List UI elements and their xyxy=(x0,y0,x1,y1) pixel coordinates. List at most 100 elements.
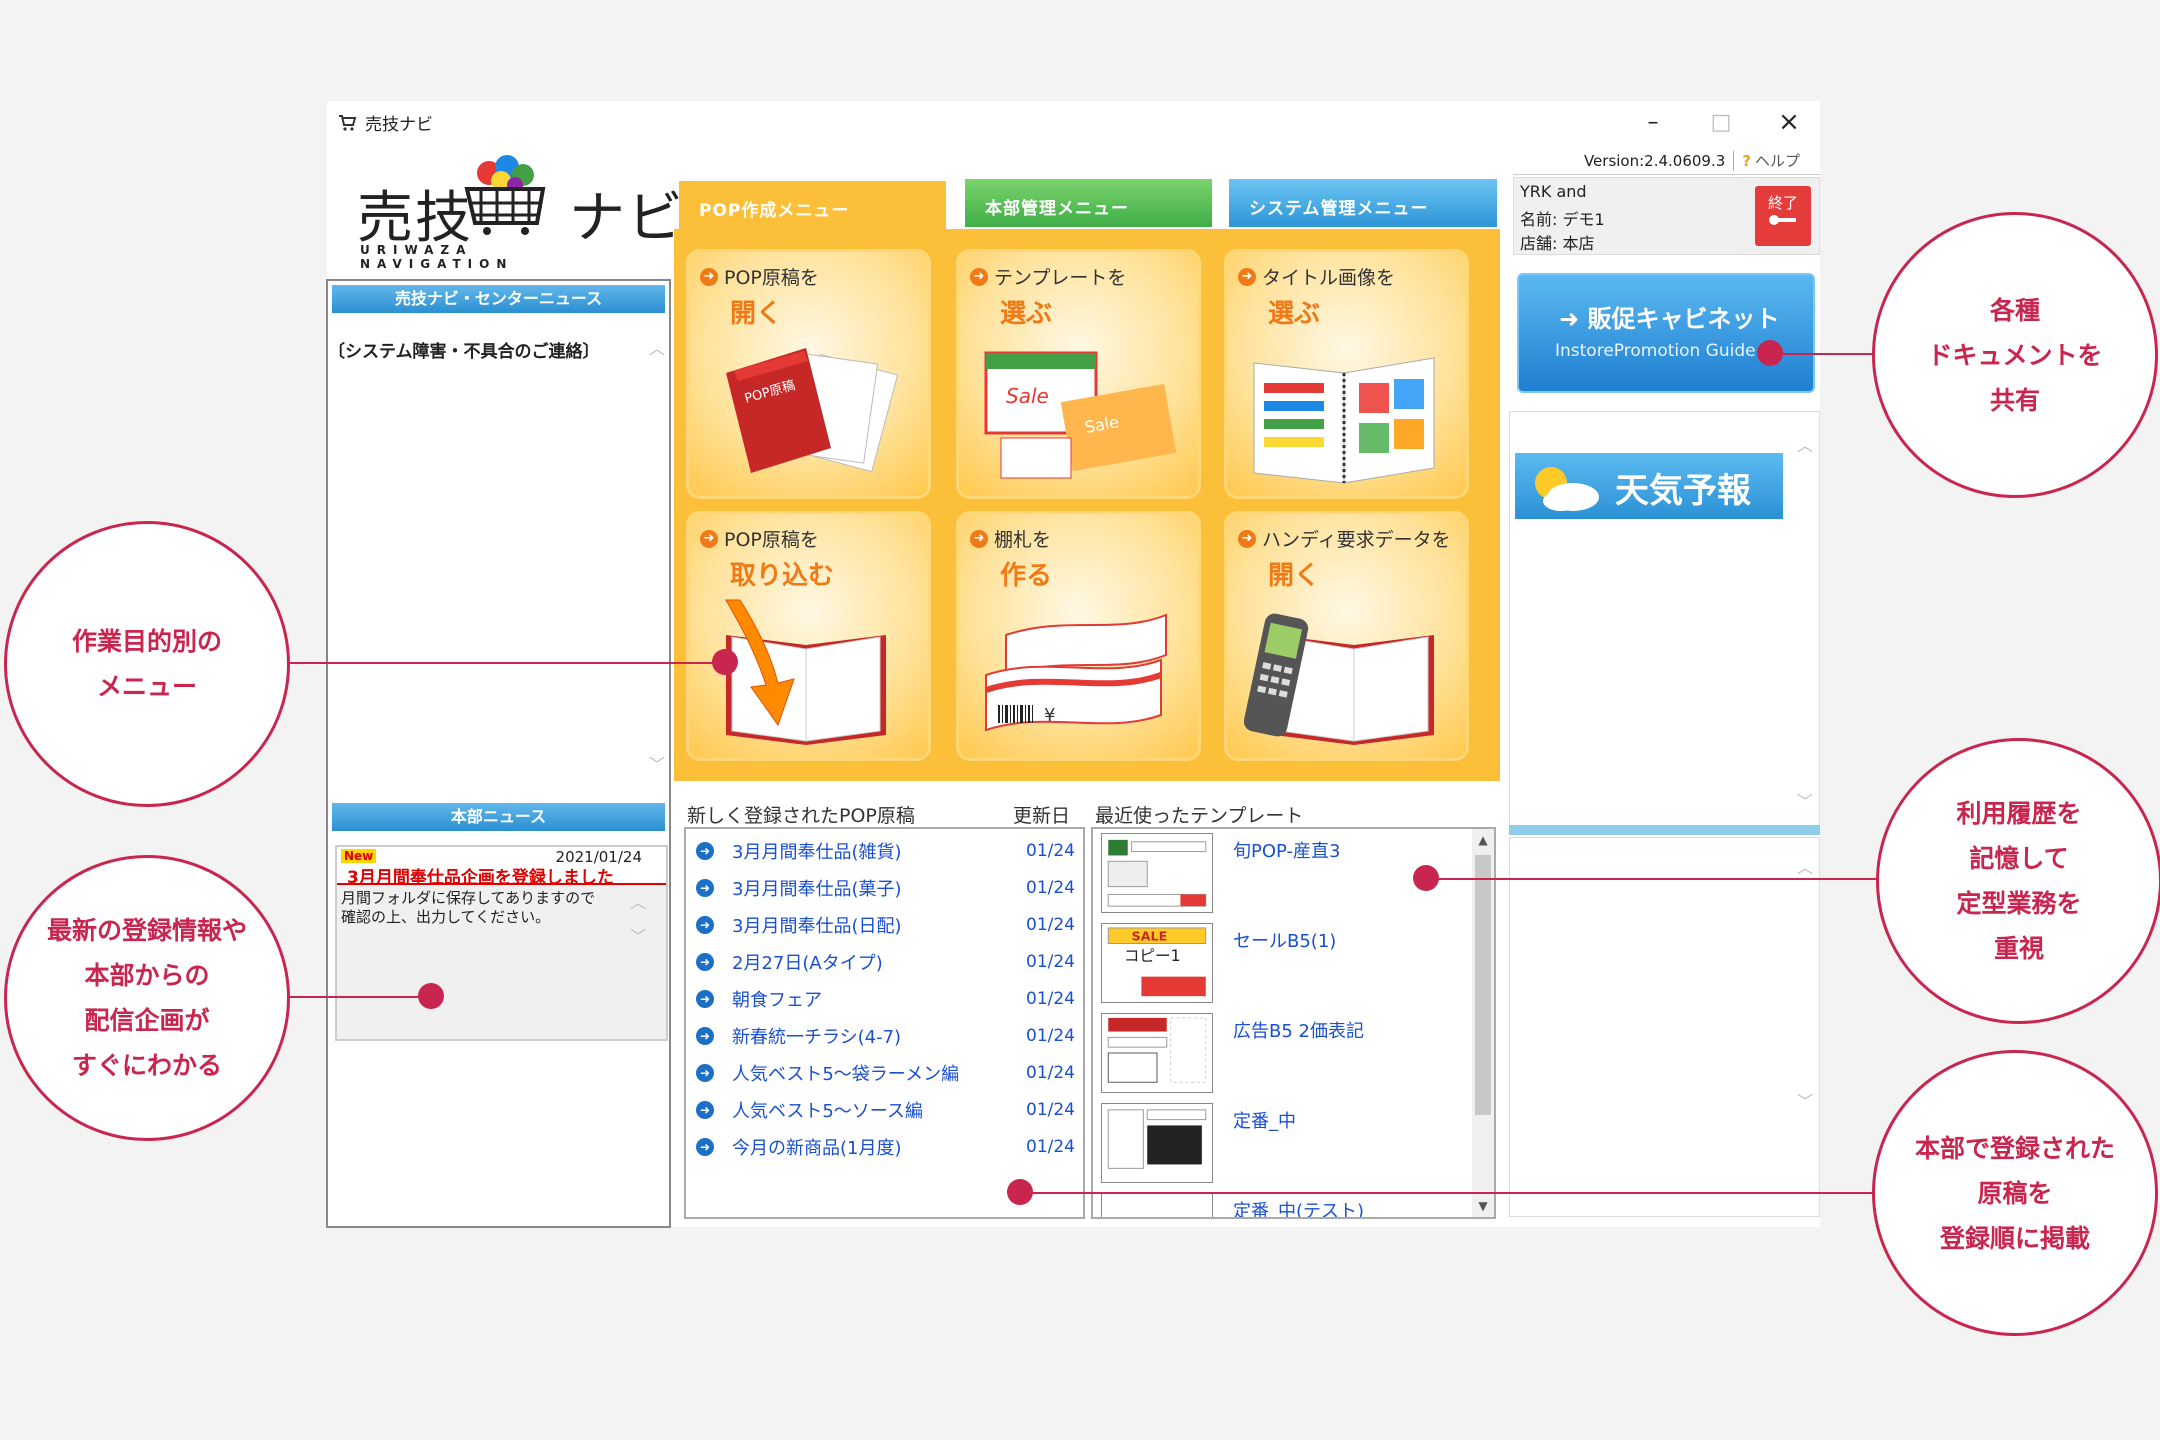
tab-hq-manage[interactable]: 本部管理メニュー xyxy=(965,179,1212,227)
annotation-line: 原稿を xyxy=(1977,1178,2053,1208)
exit-button[interactable]: 終了 xyxy=(1755,186,1811,246)
annotation-line: ドキュメントを xyxy=(1927,340,2103,370)
list-item[interactable]: ➜ 今月の新商品(1月度) 01/24 xyxy=(696,1135,1076,1159)
app-window: 売技ナビ – □ × Version:2.4.0609.3 ? ヘルプ 売技 ナビ … xyxy=(326,101,1823,1228)
pop-date: 01/24 xyxy=(1026,1137,1075,1157)
list-item[interactable]: 旬POP-産直3 xyxy=(1101,833,1441,917)
scroll-up-icon[interactable]: ︿ xyxy=(630,889,646,913)
shelf-tag-icon: ¥ xyxy=(985,613,1167,732)
weather-button[interactable]: 天気予報 xyxy=(1515,453,1783,519)
list-item[interactable]: ➜ 朝食フェア 01/24 xyxy=(696,987,1076,1011)
annotation-latest: 最新の登録情報や 本部からの 配信企画が すぐにわかる xyxy=(4,855,290,1141)
list-item[interactable]: ➜ 3月月間奉仕品(菓子) 01/24 xyxy=(696,876,1076,900)
app-logo: 売技 ナビ URIWAZA NAVIGATION xyxy=(357,151,683,271)
annotation-line: 共有 xyxy=(1989,385,2040,415)
tile-label: POP原稿を xyxy=(724,529,819,551)
pop-name: 3月月間奉仕品(日配) xyxy=(732,916,902,937)
select-title-image-tile[interactable]: ➜ タイトル画像を 選ぶ xyxy=(1224,249,1469,499)
list-item[interactable]: ➜ 3月月間奉仕品(日配) 01/24 xyxy=(696,913,1076,937)
list-item[interactable]: ➜ 2月27日(Aタイプ) 01/24 xyxy=(696,950,1076,974)
minimize-button[interactable]: – xyxy=(1619,101,1687,143)
arrow-icon: ➜ xyxy=(1238,267,1256,286)
annotation-line: 定型業務を xyxy=(1956,889,2082,918)
pop-name: 人気ベスト5～袋ラーメン編 xyxy=(732,1064,960,1085)
pop-name: 今月の新商品(1月度) xyxy=(732,1138,902,1159)
tile-action: 開く xyxy=(730,299,783,329)
hq-news-headline: 3月月間奉仕品企画を登録しました xyxy=(347,868,614,888)
tab-system-manage[interactable]: システム管理メニュー xyxy=(1229,179,1497,227)
promo-cabinet-button[interactable]: ➜ 販促キャビネット InstorePromotion Guide xyxy=(1517,273,1815,393)
list-item[interactable]: 広告B5 2価表記 xyxy=(1101,1013,1441,1097)
arrow-icon: ➜ xyxy=(696,1138,714,1156)
svg-text:SALE: SALE xyxy=(1132,929,1168,944)
list-item[interactable]: 定番_中 xyxy=(1101,1103,1441,1187)
arrow-icon: ➜ xyxy=(696,842,714,860)
scroll-up-icon[interactable]: ︿ xyxy=(1797,432,1813,456)
folder-icon: POP原稿 xyxy=(726,348,899,473)
list-item[interactable]: ➜ 人気ベスト5～袋ラーメン編 01/24 xyxy=(696,1061,1076,1085)
list-item[interactable]: ➜ 人気ベスト5～ソース編 01/24 xyxy=(696,1098,1076,1122)
make-shelf-tag-tile[interactable]: ➜ 棚札を 作る ¥ xyxy=(956,511,1201,761)
catalog-icon xyxy=(1253,357,1435,484)
pop-name: 新春統一チラシ(4-7) xyxy=(732,1027,902,1048)
scroll-down-icon[interactable]: ﹀ xyxy=(1797,788,1813,812)
pop-name: 3月月間奉仕品(雑貨) xyxy=(732,842,902,863)
hq-news-header: New 2021/01/24 3月月間奉仕品企画を登録しました xyxy=(337,847,666,888)
template-name: 定番_中 xyxy=(1233,1111,1296,1132)
version-bar: Version:2.4.0609.3 ? ヘルプ xyxy=(1513,147,1820,175)
select-template-tile[interactable]: ➜ テンプレートを 選ぶ Sale Sale xyxy=(956,249,1201,499)
help-label: ヘルプ xyxy=(1754,152,1800,170)
arrow-icon: ➜ xyxy=(970,267,988,286)
hq-news-body-line: 確認の上、出力してください。 xyxy=(341,908,551,926)
annotation-line: 配信企画が xyxy=(84,1006,210,1035)
center-news-title: 売技ナビ・センターニュース xyxy=(332,285,665,313)
title-bar: 売技ナビ xyxy=(327,101,1820,143)
scroll-down-icon[interactable]: ﹀ xyxy=(1797,1088,1813,1112)
user-company: YRK and xyxy=(1520,182,1587,201)
scroll-thumb[interactable] xyxy=(1475,855,1491,1115)
annotation-marker xyxy=(1757,340,1783,366)
annotation-line: 利用履歴を xyxy=(1956,799,2082,828)
key-icon xyxy=(1769,215,1796,225)
hq-news-item[interactable]: New 2021/01/24 3月月間奉仕品企画を登録しました 月間フォルダに保… xyxy=(335,845,668,1041)
pop-name: 2月27日(Aタイプ) xyxy=(732,953,883,974)
list-item[interactable]: ➜ 新春統一チラシ(4-7) 01/24 xyxy=(696,1024,1076,1048)
new-pop-header: 新しく登録されたPOP原稿 xyxy=(687,805,915,827)
scroll-down-icon[interactable]: ﹀ xyxy=(649,751,665,775)
chevron-down-icon[interactable]: ▼ xyxy=(1472,1199,1494,1213)
tile-action: 選ぶ xyxy=(1268,299,1321,329)
annotation-line: 各種 xyxy=(1989,295,2040,325)
annotation-connector xyxy=(1020,1192,1874,1194)
maximize-button[interactable]: □ xyxy=(1687,101,1755,143)
close-button[interactable]: × xyxy=(1755,101,1823,143)
cart-app-icon xyxy=(337,112,357,132)
import-pop-tile[interactable]: ➜ POP原稿を 取り込む xyxy=(686,511,931,761)
chevron-up-icon[interactable]: ▲ xyxy=(1472,833,1494,847)
list-item[interactable]: 定番_中(テスト) xyxy=(1101,1193,1441,1219)
tile-label: POP原稿を xyxy=(724,267,819,289)
annotation-line: 重視 xyxy=(1993,934,2044,963)
arrow-icon: ➜ xyxy=(696,916,714,934)
scroll-down-icon[interactable]: ﹀ xyxy=(630,923,646,947)
help-link[interactable]: ? ヘルプ xyxy=(1742,150,1800,171)
list-item[interactable]: ➜ 3月月間奉仕品(雑貨) 01/24 xyxy=(696,839,1076,863)
annotation-connector xyxy=(288,996,432,998)
open-handy-data-tile[interactable]: ➜ ハンディ要求データを 開く xyxy=(1224,511,1469,761)
open-pop-tile[interactable]: ➜ POP原稿を 開く POP原稿 xyxy=(686,249,931,499)
list-item[interactable]: SALE コピー1 セールB5(1) xyxy=(1101,923,1441,1007)
tab-pop-create[interactable]: POP作成メニュー xyxy=(679,181,946,233)
template-name: 定番_中(テスト) xyxy=(1233,1201,1365,1219)
template-scrollbar[interactable]: ▲ ▼ xyxy=(1472,829,1494,1217)
arrow-icon: ➜ xyxy=(696,1101,714,1119)
svg-text:¥: ¥ xyxy=(1044,705,1055,726)
annotation-order: 本部で登録された 原稿を 登録順に掲載 xyxy=(1872,1050,2158,1336)
scroll-up-icon[interactable]: ︿ xyxy=(649,335,665,359)
pop-date: 01/24 xyxy=(1026,952,1075,972)
arrow-icon: ➜ xyxy=(696,953,714,971)
template-thumbnail xyxy=(1101,1193,1213,1217)
annotation-line: 本部からの xyxy=(84,961,210,990)
pop-date: 01/24 xyxy=(1026,841,1075,861)
scroll-up-icon[interactable]: ︿ xyxy=(1797,854,1813,878)
template-thumbnail xyxy=(1101,833,1213,913)
center-news-message[interactable]: 〔システム障害・不具合のご連絡〕 xyxy=(328,337,600,362)
